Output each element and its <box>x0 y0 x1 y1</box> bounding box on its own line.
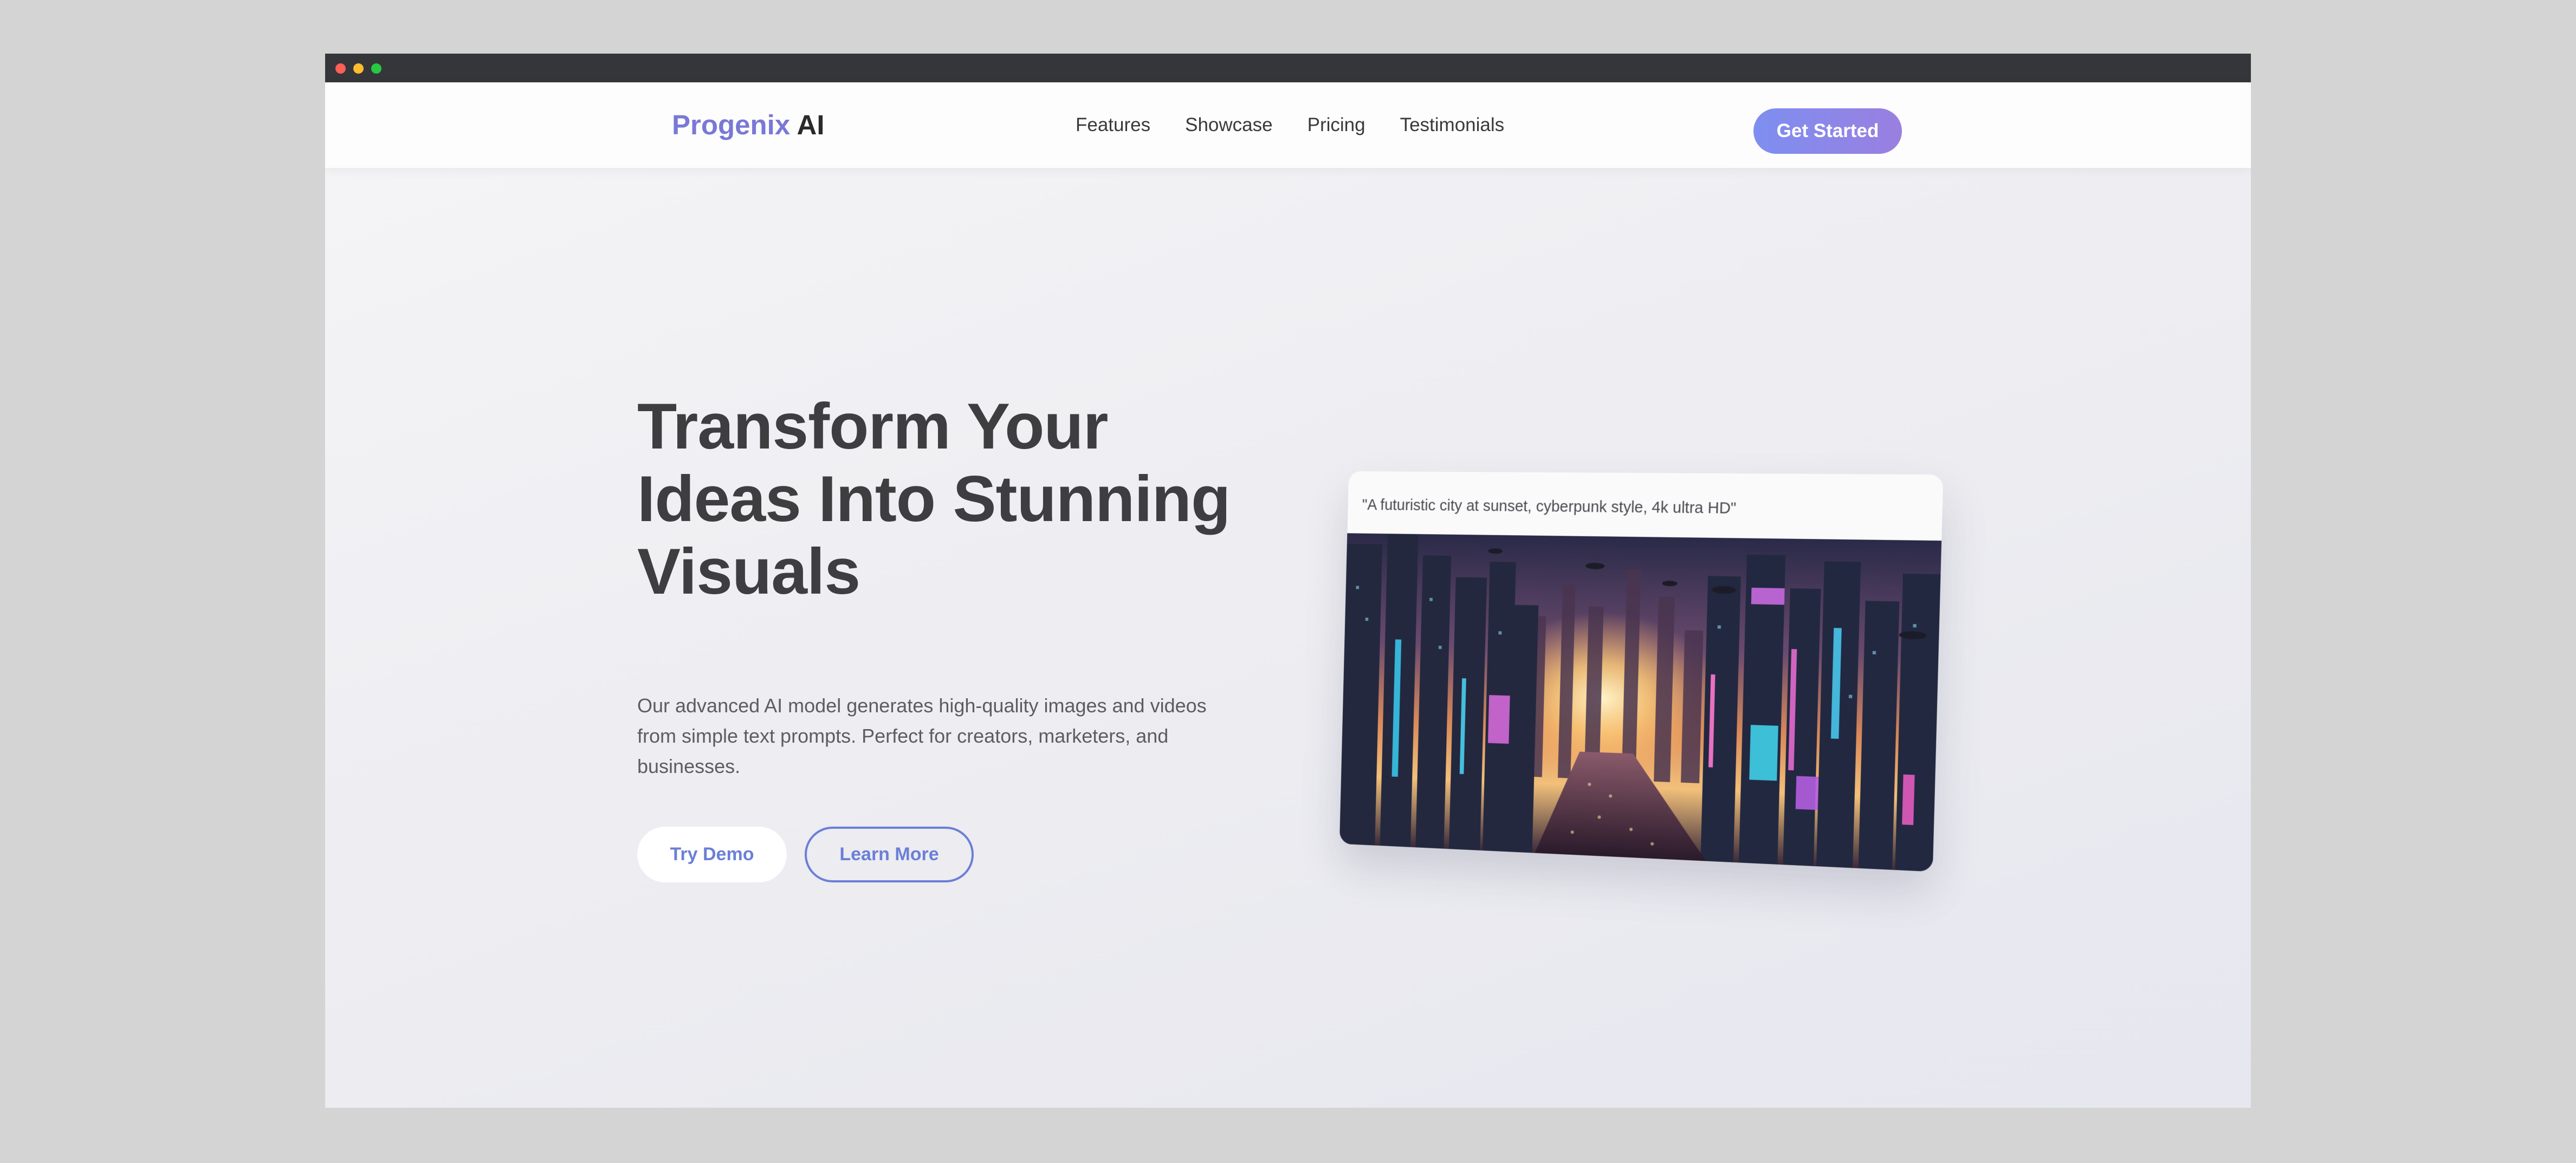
close-window-dot[interactable] <box>335 63 346 74</box>
nav-link-features[interactable]: Features <box>1076 114 1150 136</box>
maximize-window-dot[interactable] <box>371 63 381 74</box>
demo-card: "A futuristic city at sunset, cyberpunk … <box>1339 471 1943 872</box>
hero-description: Our advanced AI model generates high-qua… <box>637 691 1244 782</box>
generated-city-image <box>1339 533 1941 872</box>
nav-link-testimonials[interactable]: Testimonials <box>1400 114 1505 136</box>
nav-link-pricing[interactable]: Pricing <box>1308 114 1365 136</box>
nav-links: Features Showcase Pricing Testimonials <box>1076 82 1504 168</box>
window-titlebar <box>325 54 2251 82</box>
minimize-window-dot[interactable] <box>353 63 364 74</box>
hero-section: Transform Your Ideas Into Stunning Visua… <box>325 168 2251 1108</box>
nav-link-showcase[interactable]: Showcase <box>1185 114 1272 136</box>
get-started-button[interactable]: Get Started <box>1753 108 1902 154</box>
hero-title: Transform Your Ideas Into Stunning Visua… <box>637 390 1260 608</box>
learn-more-button[interactable]: Learn More <box>805 827 974 882</box>
try-demo-button[interactable]: Try Demo <box>637 827 787 882</box>
demo-prompt-text: "A futuristic city at sunset, cyberpunk … <box>1362 497 1736 518</box>
logo-brand: Progenix <box>672 109 790 140</box>
logo-suffix: AI <box>797 109 825 140</box>
logo[interactable]: Progenix AI <box>672 82 825 168</box>
browser-window: Progenix AI Features Showcase Pricing Te… <box>325 54 2251 1108</box>
navbar: Progenix AI Features Showcase Pricing Te… <box>325 82 2251 168</box>
